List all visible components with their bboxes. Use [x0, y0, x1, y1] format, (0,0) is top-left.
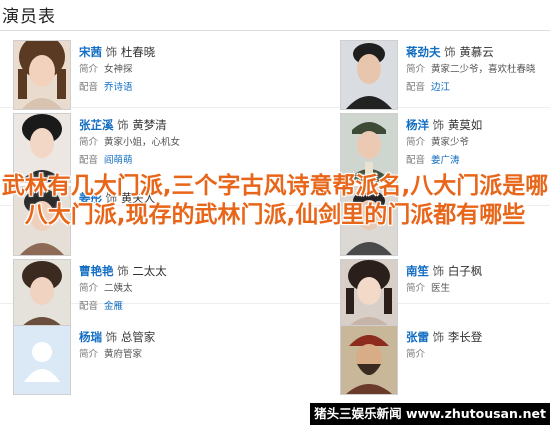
cast-card[interactable]: 杨瑞 饰 总管家 简介 黄府管家 [0, 323, 275, 421]
role-name: 黄梦清 [132, 118, 167, 132]
dub-actor-link[interactable]: 阎萌萌 [104, 155, 133, 166]
actor-name-link[interactable]: 张雷 [406, 330, 429, 344]
role-separator: 饰 [105, 45, 118, 59]
intro-label: 简介 [79, 137, 99, 148]
actor-photo[interactable] [340, 259, 398, 329]
role-separator: 饰 [432, 118, 445, 132]
intro-text: 黄府管家 [104, 349, 143, 360]
dub-label: 配音 [406, 155, 426, 166]
role-name: 黄莫如 [447, 118, 483, 132]
actor-photo[interactable] [340, 40, 398, 110]
actor-name-link[interactable]: 宋茜 [79, 45, 102, 59]
role-name: 李长登 [447, 330, 483, 344]
intro-label: 简介 [79, 349, 99, 360]
role-name: 二太太 [132, 264, 167, 278]
actor-name-link[interactable]: 蒋劲夫 [406, 45, 441, 59]
dub-actor-link[interactable]: 姜广涛 [431, 155, 460, 166]
intro-text: 医生 [431, 283, 451, 294]
dub-label: 配音 [79, 301, 99, 312]
actor-photo[interactable] [13, 40, 71, 110]
actor-name-link[interactable]: 杨洋 [406, 118, 429, 132]
intro-text: 黄家少爷 [431, 137, 470, 148]
intro-text: 女神探 [104, 64, 133, 75]
dub-label: 配音 [406, 82, 426, 93]
intro-label: 简介 [406, 137, 426, 148]
role-separator: 饰 [117, 264, 129, 278]
intro-label: 简介 [79, 283, 99, 294]
intro-label: 简介 [79, 64, 99, 75]
dub-label: 配音 [79, 82, 99, 93]
role-name: 杜春晓 [120, 45, 156, 59]
role-name: 总管家 [120, 330, 156, 344]
dub-actor-link[interactable]: 金雁 [104, 301, 123, 312]
actor-name-link[interactable]: 南笙 [406, 264, 429, 278]
site-watermark: 猪头三娱乐新闻 www.zhutousan.net [310, 403, 550, 425]
dub-actor-link[interactable]: 乔诗语 [104, 82, 133, 93]
actor-name-link[interactable]: 曹艳艳 [79, 264, 114, 278]
title-divider [0, 30, 550, 31]
actor-name-link[interactable]: 张芷溪 [79, 118, 114, 132]
intro-text: 黄家小姐，心机女 [104, 137, 181, 148]
role-separator: 饰 [432, 330, 445, 344]
dub-label: 配音 [79, 155, 99, 166]
role-name: 黄慕云 [459, 45, 494, 59]
role-name: 白子枫 [447, 264, 483, 278]
intro-label: 简介 [406, 64, 426, 75]
intro-label: 简介 [406, 349, 426, 360]
avatar-placeholder[interactable] [13, 325, 71, 395]
actor-photo[interactable] [340, 325, 398, 395]
role-separator: 饰 [105, 330, 118, 344]
intro-text: 黄家二少爷，喜欢杜春晓 [431, 64, 536, 75]
user-silhouette-icon [14, 326, 70, 394]
intro-text: 二姨太 [104, 283, 133, 294]
role-separator: 饰 [117, 118, 129, 132]
intro-label: 简介 [406, 283, 426, 294]
actor-name-link[interactable]: 杨瑞 [79, 330, 102, 344]
dub-actor-link[interactable]: 边江 [431, 82, 450, 93]
overlay-headline: 武林有几大门派,三个字古风诗意帮派名,八大门派是哪八大门派,现存的武林门派,仙剑… [1, 173, 549, 228]
role-separator: 饰 [444, 45, 456, 59]
section-title: 演员表 [2, 7, 56, 27]
actor-photo[interactable] [13, 259, 71, 329]
role-separator: 饰 [432, 264, 445, 278]
